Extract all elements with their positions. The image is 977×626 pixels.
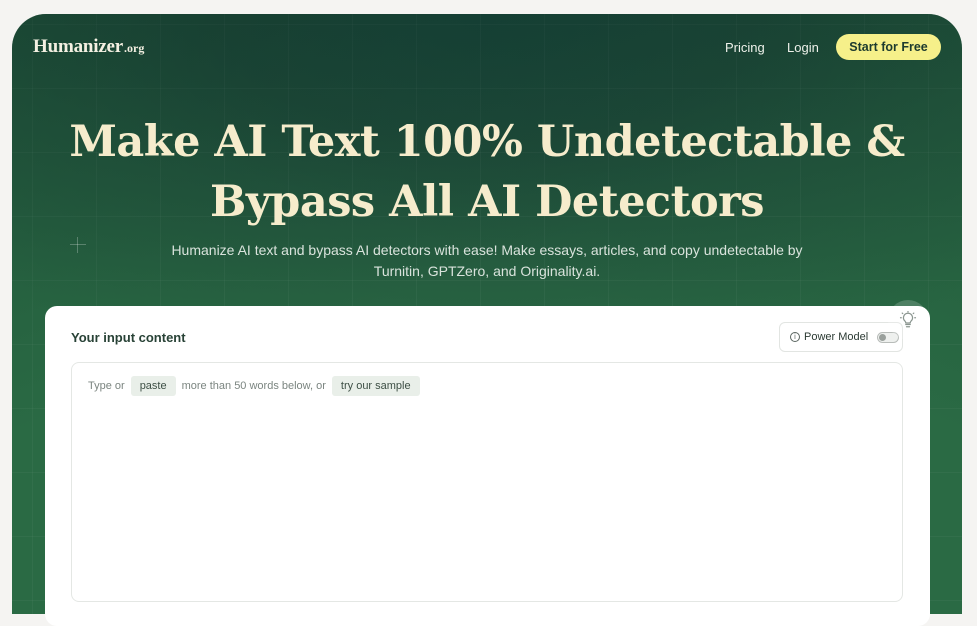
nav-pricing-link[interactable]: Pricing <box>725 40 765 55</box>
try-sample-button[interactable]: try our sample <box>331 376 420 396</box>
logo-suffix: .org <box>124 41 145 55</box>
input-textarea[interactable]: Type or paste more than 50 words below, … <box>71 362 903 602</box>
subline-line-1: Humanize AI text and bypass AI detectors… <box>171 242 803 258</box>
input-card-title: Your input content <box>71 330 186 345</box>
page-headline: Make AI Text 100% Undetectable & Bypass … <box>12 112 962 232</box>
power-model-label: Power Model <box>804 331 869 343</box>
page-subheadline: Humanize AI text and bypass AI detectors… <box>12 240 962 282</box>
nav-login-link[interactable]: Login <box>787 40 819 55</box>
top-nav: Humanizer .org Pricing Login Start for F… <box>12 14 962 80</box>
lightbulb-button[interactable] <box>888 300 928 340</box>
hint-prefix: Type or <box>88 380 125 392</box>
subline-line-2: Turnitin, GPTZero, and Originality.ai. <box>373 263 601 279</box>
logo-main: Humanizer <box>33 36 124 57</box>
input-hint: Type or paste more than 50 words below, … <box>88 376 420 396</box>
info-icon[interactable]: i <box>790 332 800 342</box>
lightbulb-icon <box>899 311 917 328</box>
hint-middle: more than 50 words below, or <box>181 380 326 392</box>
logo[interactable]: Humanizer .org <box>33 36 144 58</box>
power-model-toggle[interactable]: i Power Model <box>779 322 903 352</box>
paste-button[interactable]: paste <box>130 376 176 396</box>
headline-line-1: Make AI Text 100% Undetectable & <box>69 117 905 167</box>
input-card: Your input content i Power Model Type or… <box>45 306 930 626</box>
headline-line-2: Bypass All AI Detectors <box>209 177 765 227</box>
start-for-free-button[interactable]: Start for Free <box>836 34 941 60</box>
